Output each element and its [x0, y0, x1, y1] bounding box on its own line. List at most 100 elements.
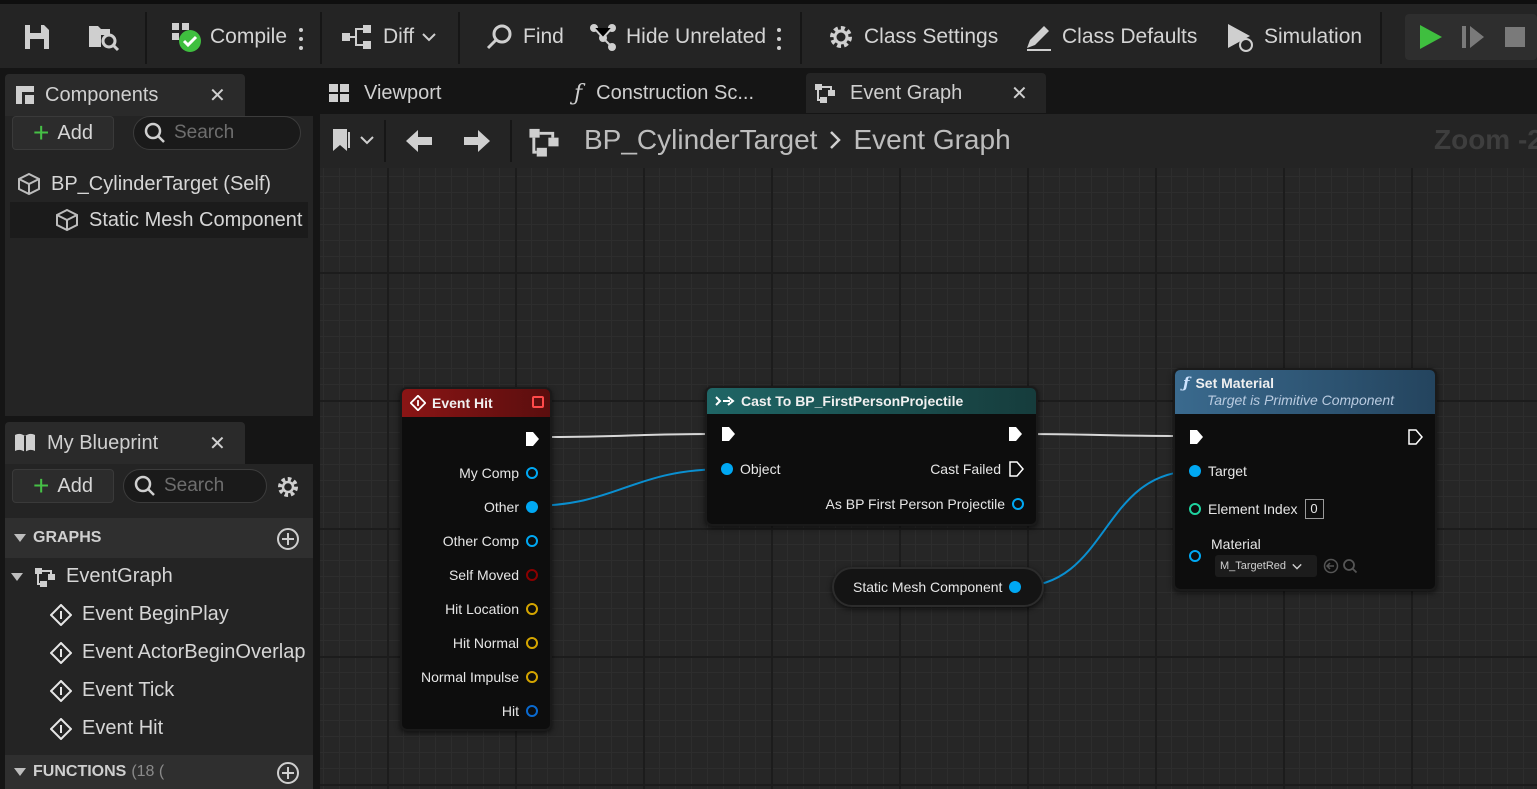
cast-node[interactable]: Cast To BP_FirstPersonProjectile Object …	[705, 386, 1038, 526]
event-item-beginplay[interactable]: Event BeginPlay	[50, 603, 229, 626]
component-item-self[interactable]: BP_CylinderTarget (Self)	[17, 172, 271, 196]
pin-label: Self Moved	[448, 567, 519, 583]
hide-unrelated-button[interactable]: Hide Unrelated	[588, 8, 766, 66]
find-button[interactable]: Find	[485, 8, 564, 66]
component-item-label: Static Mesh Component	[89, 208, 303, 231]
variable-label: Static Mesh Component	[853, 579, 1003, 595]
tab-close-icon[interactable]: ✕	[1011, 81, 1028, 106]
save-icon	[25, 25, 49, 49]
exec-out-pin[interactable]	[1407, 429, 1423, 445]
collapse-triangle-icon	[14, 768, 26, 776]
pin-label: Object	[740, 461, 781, 477]
object-pin-icon	[1009, 581, 1022, 593]
pin-self-moved[interactable]: Self Moved	[449, 567, 538, 583]
set-material-node[interactable]: ƒ Set Material Target is Primitive Compo…	[1173, 368, 1437, 591]
pin-material[interactable]	[1189, 550, 1201, 562]
object-pin-icon	[1189, 550, 1201, 562]
my-blueprint-tab[interactable]: My Blueprint ✕	[5, 422, 245, 464]
gear-icon	[830, 26, 852, 48]
component-item-static-mesh[interactable]: Static Mesh Component	[55, 208, 302, 232]
components-tab[interactable]: Components ✕	[5, 74, 245, 116]
pin-label: Target	[1208, 463, 1247, 479]
exec-in-pin[interactable]	[1188, 429, 1204, 445]
forward-arrow-icon[interactable]	[462, 128, 492, 154]
pin-label: Normal Impulse	[420, 669, 519, 685]
my-blueprint-close-icon[interactable]: ✕	[209, 431, 226, 456]
pin-hit-location[interactable]: Hit Location	[445, 601, 538, 617]
breadcrumb-graph[interactable]: Event Graph	[853, 124, 1010, 156]
tab-label: Construction Sc...	[596, 81, 754, 104]
pin-hit[interactable]: Hit	[502, 703, 538, 719]
material-dropdown[interactable]: M_TargetRed	[1215, 555, 1317, 577]
browse-button[interactable]	[86, 8, 120, 66]
object-wire-other-to-object	[527, 468, 728, 507]
compile-options-button[interactable]	[299, 28, 303, 50]
use-selected-asset-icon[interactable]	[1323, 558, 1339, 574]
book-icon	[15, 433, 35, 452]
pin-other-comp[interactable]: Other Comp	[443, 533, 538, 549]
tab-event-graph[interactable]: Event Graph ✕	[806, 73, 1046, 113]
pin-normal-impulse[interactable]: Normal Impulse	[421, 669, 538, 685]
event-diamond-icon	[50, 603, 72, 626]
exec-in-pin[interactable]	[720, 426, 736, 442]
pin-element-index[interactable]: Element Index 0	[1189, 499, 1324, 519]
pin-other[interactable]: Other	[484, 499, 538, 515]
tab-label: Event Graph	[850, 81, 963, 104]
exec-out-pin[interactable]	[524, 431, 540, 447]
simulation-button[interactable]: Simulation	[1224, 8, 1362, 66]
components-add-button[interactable]: + Add	[12, 116, 114, 150]
components-close-icon[interactable]: ✕	[209, 83, 226, 108]
save-button[interactable]	[22, 8, 52, 66]
find-label: Find	[523, 25, 564, 48]
static-mesh-variable-node[interactable]: Static Mesh Component	[832, 567, 1044, 607]
class-settings-button[interactable]: Class Settings	[826, 8, 998, 66]
event-item-tick[interactable]: Event Tick	[50, 679, 174, 702]
pin-hit-normal[interactable]: Hit Normal	[453, 635, 538, 651]
event-item-label: Event Hit	[82, 717, 164, 739]
bookmark-button[interactable]	[332, 128, 374, 152]
pin-label: My Comp	[459, 465, 519, 481]
functions-section-header[interactable]: FUNCTIONS (18 (	[5, 755, 313, 789]
event-graph-canvas[interactable]: Event Hit My Comp Other Other Comp Self …	[320, 168, 1537, 789]
pin-my-comp[interactable]: My Comp	[459, 465, 538, 481]
zoom-label: Zoom -2	[1434, 124, 1537, 155]
pin-as-bp-first-person-projectile[interactable]: As BP First Person Projectile	[826, 496, 1024, 512]
pin-target[interactable]: Target	[1189, 463, 1247, 479]
back-arrow-icon[interactable]	[404, 128, 434, 154]
stop-icon[interactable]	[1503, 25, 1527, 49]
diff-button[interactable]: Diff	[341, 8, 436, 66]
graph-navbar: BP_CylinderTarget Event Graph Zoom -2	[320, 114, 1537, 168]
hide-unrelated-options-button[interactable]	[777, 28, 781, 50]
play-icon[interactable]	[1417, 24, 1443, 50]
pin-cast-failed[interactable]: Cast Failed	[930, 461, 1024, 477]
exec-out-pin[interactable]	[1007, 426, 1023, 442]
graph-item-eventgraph[interactable]: EventGraph	[10, 565, 173, 588]
class-defaults-button[interactable]: Class Defaults	[1024, 8, 1197, 66]
bookmark-icon	[333, 129, 350, 151]
components-search-placeholder: Search	[174, 122, 235, 143]
delegate-pin-icon[interactable]	[532, 396, 544, 408]
add-graph-icon[interactable]	[276, 527, 300, 551]
play-controls	[1405, 14, 1537, 60]
breadcrumb-blueprint[interactable]: BP_CylinderTarget	[584, 124, 817, 156]
element-index-input[interactable]: 0	[1304, 499, 1324, 519]
collapse-triangle-icon	[14, 534, 26, 542]
browse-asset-search-icon[interactable]	[1342, 558, 1358, 574]
advance-frame-icon[interactable]	[1460, 24, 1486, 50]
add-function-icon[interactable]	[276, 761, 300, 785]
event-item-hit[interactable]: Event Hit	[50, 717, 163, 740]
pin-object[interactable]: Object	[721, 461, 780, 477]
tab-construction-script[interactable]: ƒ Construction Sc...	[574, 73, 754, 113]
compile-button[interactable]: Compile	[170, 8, 287, 66]
event-item-actorbeginoverlap[interactable]: Event ActorBeginOverlap	[50, 641, 305, 664]
material-value: M_TargetRed	[1220, 560, 1287, 572]
vector-pin-icon	[526, 671, 538, 683]
static-mesh-output[interactable]: Static Mesh Component	[853, 579, 1022, 595]
event-hit-node[interactable]: Event Hit My Comp Other Other Comp Self …	[400, 387, 552, 731]
my-blueprint-search-input[interactable]: Search	[123, 469, 267, 503]
components-search-input[interactable]: Search	[133, 116, 301, 150]
graphs-section-header[interactable]: GRAPHS	[5, 518, 313, 558]
tab-viewport[interactable]: Viewport	[328, 73, 441, 113]
my-blueprint-add-button[interactable]: + Add	[12, 469, 114, 503]
settings-gear-icon[interactable]	[275, 474, 301, 500]
